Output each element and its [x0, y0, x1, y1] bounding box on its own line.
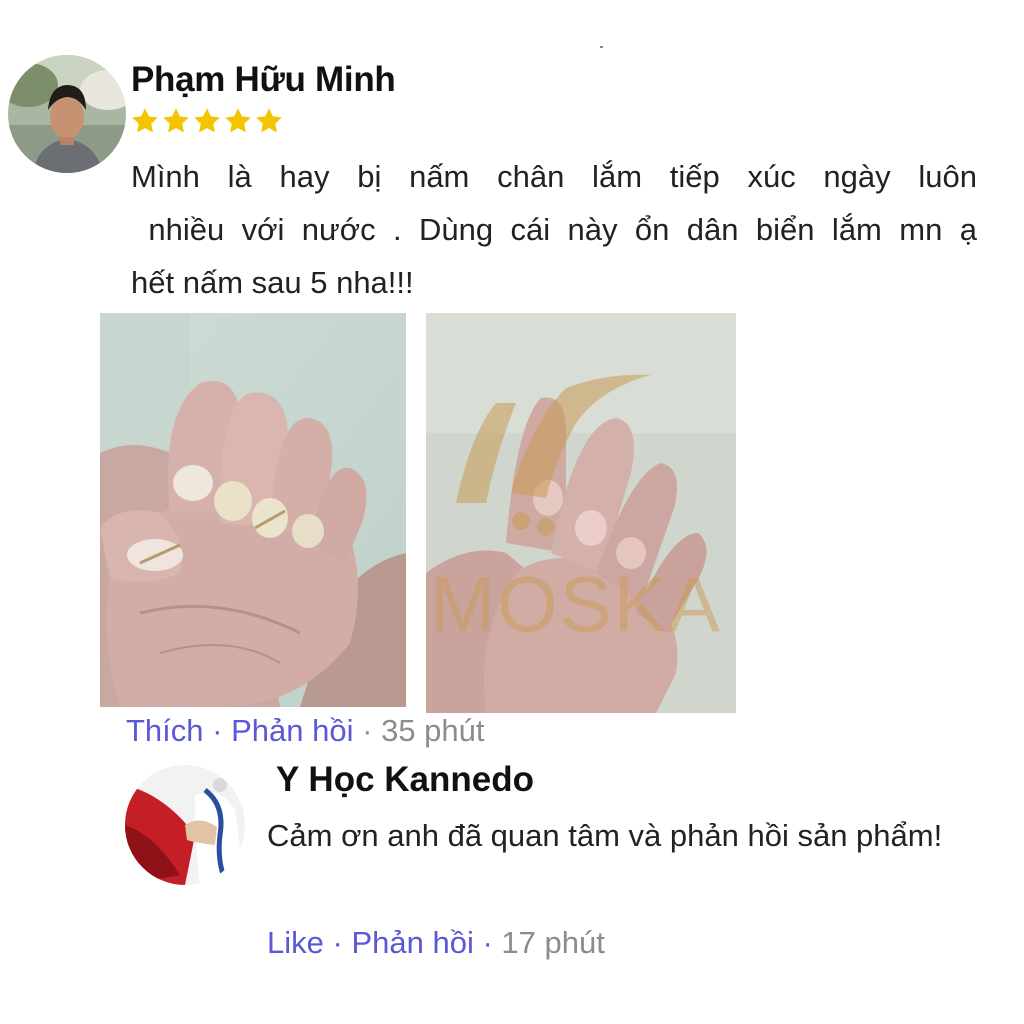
separator: · [332, 925, 343, 960]
commenter-name[interactable]: Phạm Hữu Minh [131, 60, 396, 100]
before-hand-photo[interactable] [100, 313, 406, 707]
comment-actions: Thích · Phản hồi · 35 phút [126, 708, 485, 754]
reply-body: Cảm ơn anh đã quan tâm và phản hồi sản p… [267, 818, 943, 853]
after-hand-photo[interactable]: MOSKA [426, 313, 736, 713]
reply-link[interactable]: Phản hồi [351, 925, 473, 960]
comment-line: hết nấm sau 5 nha!!! [131, 265, 414, 300]
commenter-avatar[interactable] [8, 55, 126, 173]
star-icon [132, 108, 158, 133]
comment-line: nhiều với nước . Dùng cái này ổn dân biể… [131, 212, 977, 247]
comment-line: Mình là hay bị nấm chân lắm tiếp xúc ngà… [131, 159, 977, 194]
comment-timestamp: 35 phút [381, 713, 485, 748]
star-icon [256, 108, 282, 133]
star-icon [225, 108, 251, 133]
reply-timestamp: 17 phút [501, 925, 605, 960]
reply-author-name[interactable]: Y Học Kannedo [276, 760, 534, 800]
reply-avatar[interactable] [125, 765, 245, 885]
like-link[interactable]: Like [267, 925, 324, 960]
reply-link[interactable]: Phản hồi [231, 713, 353, 748]
reply-actions: Like · Phản hồi · 17 phút [267, 920, 605, 966]
separator: · [482, 925, 493, 960]
star-rating [130, 106, 284, 136]
like-link[interactable]: Thích [126, 713, 204, 748]
watermark-text: MOSKA [430, 560, 722, 648]
separator: · [362, 713, 373, 748]
stray-dot [600, 46, 603, 48]
comment-body: Mình là hay bị nấm chân lắm tiếp xúc ngà… [131, 150, 977, 309]
star-icon [163, 108, 189, 133]
separator: · [212, 713, 223, 748]
star-icon [194, 108, 220, 133]
